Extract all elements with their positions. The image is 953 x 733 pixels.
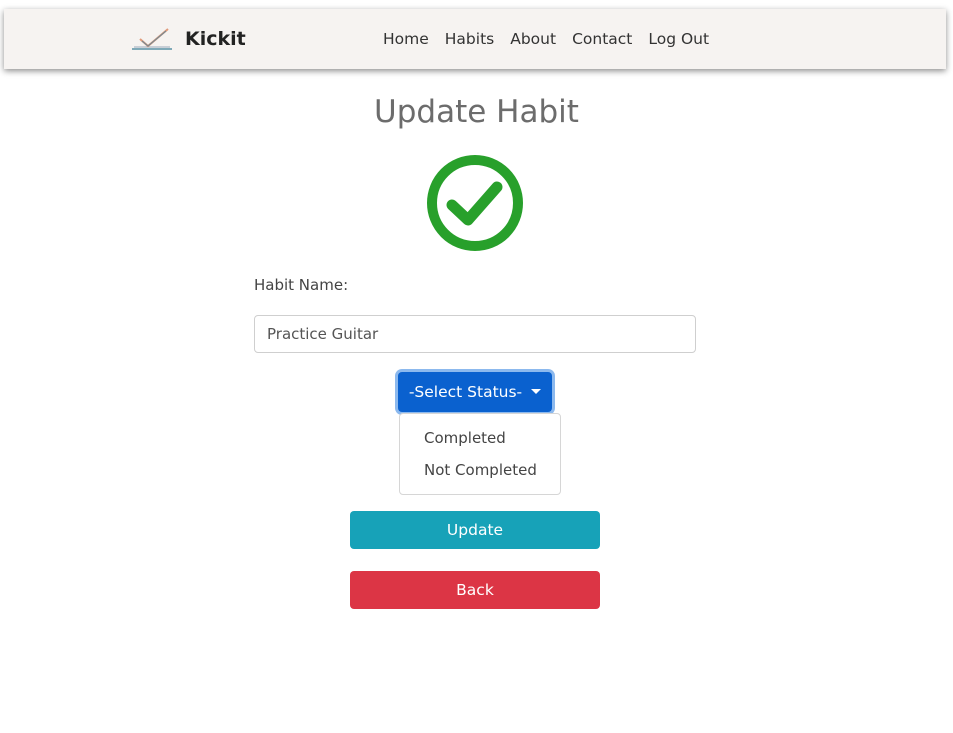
navbar: Kickit Home Habits About Contact Log Out <box>4 9 946 69</box>
nav-logout[interactable]: Log Out <box>648 28 709 50</box>
nav-about[interactable]: About <box>510 28 556 50</box>
brand-name: Kickit <box>185 28 246 50</box>
page-title: Update Habit <box>374 94 579 130</box>
nav-contact[interactable]: Contact <box>572 28 632 50</box>
status-option-completed[interactable]: Completed <box>400 422 560 454</box>
status-dropdown-button[interactable]: -Select Status- <box>398 372 552 412</box>
brand-link[interactable]: Kickit <box>130 23 246 55</box>
caret-down-icon <box>531 388 542 394</box>
status-dropdown-menu: Completed Not Completed <box>399 413 561 495</box>
status-option-not-completed[interactable]: Not Completed <box>400 454 560 486</box>
nav-links: Home Habits About Contact Log Out <box>383 28 709 50</box>
habit-name-input[interactable] <box>254 315 696 353</box>
check-circle-icon <box>427 155 523 251</box>
status-dropdown-label: -Select Status- <box>408 383 523 401</box>
brand-logo-icon <box>132 28 172 50</box>
update-button[interactable]: Update <box>350 511 600 549</box>
nav-home[interactable]: Home <box>383 28 429 50</box>
nav-habits[interactable]: Habits <box>445 28 494 50</box>
habit-name-label: Habit Name: <box>254 276 349 294</box>
back-button[interactable]: Back <box>350 571 600 609</box>
